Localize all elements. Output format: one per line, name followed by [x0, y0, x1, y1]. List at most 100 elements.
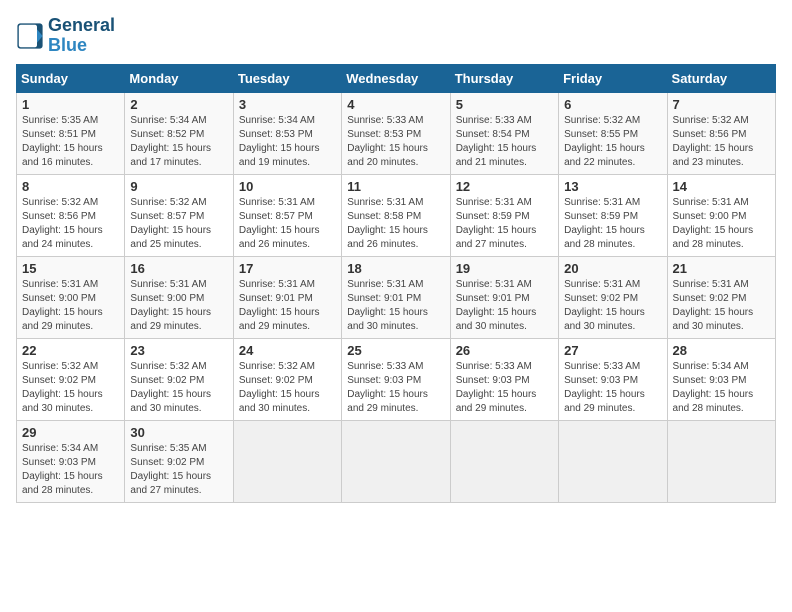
sunset-label: Sunset: 8:56 PM — [22, 211, 96, 222]
sunrise-label: Sunrise: 5:35 AM — [22, 115, 98, 126]
sunrise-label: Sunrise: 5:35 AM — [130, 443, 206, 454]
daylight-label: Daylight: 15 hours and 29 minutes. — [564, 389, 645, 414]
daylight-label: Daylight: 15 hours and 28 minutes. — [673, 225, 754, 250]
daylight-label: Daylight: 15 hours and 29 minutes. — [456, 389, 537, 414]
sunset-label: Sunset: 8:58 PM — [347, 211, 421, 222]
day-info: Sunrise: 5:31 AM Sunset: 9:00 PM Dayligh… — [22, 278, 119, 334]
calendar-table: SundayMondayTuesdayWednesdayThursdayFrid… — [16, 64, 776, 503]
logo: General Blue — [16, 16, 115, 56]
day-info: Sunrise: 5:33 AM Sunset: 9:03 PM Dayligh… — [564, 360, 661, 416]
daylight-label: Daylight: 15 hours and 25 minutes. — [130, 225, 211, 250]
sunrise-label: Sunrise: 5:31 AM — [347, 197, 423, 208]
sunrise-label: Sunrise: 5:31 AM — [456, 279, 532, 290]
calendar-cell — [559, 420, 667, 502]
sunset-label: Sunset: 9:00 PM — [22, 293, 96, 304]
day-info: Sunrise: 5:31 AM Sunset: 9:00 PM Dayligh… — [130, 278, 227, 334]
day-info: Sunrise: 5:32 AM Sunset: 8:57 PM Dayligh… — [130, 196, 227, 252]
sunrise-label: Sunrise: 5:32 AM — [564, 115, 640, 126]
sunset-label: Sunset: 9:02 PM — [239, 375, 313, 386]
sunrise-label: Sunrise: 5:31 AM — [239, 279, 315, 290]
day-number: 9 — [130, 179, 227, 194]
calendar-cell: 12 Sunrise: 5:31 AM Sunset: 8:59 PM Dayl… — [450, 174, 558, 256]
day-number: 21 — [673, 261, 770, 276]
daylight-label: Daylight: 15 hours and 30 minutes. — [239, 389, 320, 414]
day-number: 10 — [239, 179, 336, 194]
day-info: Sunrise: 5:34 AM Sunset: 9:03 PM Dayligh… — [22, 442, 119, 498]
sunrise-label: Sunrise: 5:34 AM — [673, 361, 749, 372]
sunrise-label: Sunrise: 5:33 AM — [456, 115, 532, 126]
daylight-label: Daylight: 15 hours and 17 minutes. — [130, 143, 211, 168]
sunrise-label: Sunrise: 5:34 AM — [239, 115, 315, 126]
sunrise-label: Sunrise: 5:33 AM — [347, 361, 423, 372]
sunset-label: Sunset: 9:02 PM — [22, 375, 96, 386]
day-number: 1 — [22, 97, 119, 112]
calendar-week-3: 15 Sunrise: 5:31 AM Sunset: 9:00 PM Dayl… — [17, 256, 776, 338]
calendar-cell: 24 Sunrise: 5:32 AM Sunset: 9:02 PM Dayl… — [233, 338, 341, 420]
day-number: 26 — [456, 343, 553, 358]
calendar-cell: 9 Sunrise: 5:32 AM Sunset: 8:57 PM Dayli… — [125, 174, 233, 256]
header-tuesday: Tuesday — [233, 64, 341, 92]
day-number: 2 — [130, 97, 227, 112]
calendar-cell: 13 Sunrise: 5:31 AM Sunset: 8:59 PM Dayl… — [559, 174, 667, 256]
calendar-cell: 2 Sunrise: 5:34 AM Sunset: 8:52 PM Dayli… — [125, 92, 233, 174]
day-number: 8 — [22, 179, 119, 194]
sunrise-label: Sunrise: 5:32 AM — [130, 361, 206, 372]
day-info: Sunrise: 5:31 AM Sunset: 8:57 PM Dayligh… — [239, 196, 336, 252]
sunrise-label: Sunrise: 5:31 AM — [347, 279, 423, 290]
calendar-cell: 11 Sunrise: 5:31 AM Sunset: 8:58 PM Dayl… — [342, 174, 450, 256]
day-info: Sunrise: 5:31 AM Sunset: 9:01 PM Dayligh… — [239, 278, 336, 334]
calendar-cell: 23 Sunrise: 5:32 AM Sunset: 9:02 PM Dayl… — [125, 338, 233, 420]
day-number: 27 — [564, 343, 661, 358]
daylight-label: Daylight: 15 hours and 30 minutes. — [456, 307, 537, 332]
calendar-cell: 7 Sunrise: 5:32 AM Sunset: 8:56 PM Dayli… — [667, 92, 775, 174]
daylight-label: Daylight: 15 hours and 29 minutes. — [239, 307, 320, 332]
day-number: 13 — [564, 179, 661, 194]
day-number: 11 — [347, 179, 444, 194]
sunrise-label: Sunrise: 5:33 AM — [347, 115, 423, 126]
calendar-cell — [342, 420, 450, 502]
sunrise-label: Sunrise: 5:32 AM — [22, 361, 98, 372]
day-number: 4 — [347, 97, 444, 112]
daylight-label: Daylight: 15 hours and 30 minutes. — [673, 307, 754, 332]
calendar-header-row: SundayMondayTuesdayWednesdayThursdayFrid… — [17, 64, 776, 92]
day-info: Sunrise: 5:32 AM Sunset: 9:02 PM Dayligh… — [130, 360, 227, 416]
sunrise-label: Sunrise: 5:31 AM — [456, 197, 532, 208]
day-info: Sunrise: 5:34 AM Sunset: 8:53 PM Dayligh… — [239, 114, 336, 170]
calendar-cell: 28 Sunrise: 5:34 AM Sunset: 9:03 PM Dayl… — [667, 338, 775, 420]
day-number: 3 — [239, 97, 336, 112]
day-info: Sunrise: 5:34 AM Sunset: 9:03 PM Dayligh… — [673, 360, 770, 416]
header-sunday: Sunday — [17, 64, 125, 92]
header-monday: Monday — [125, 64, 233, 92]
calendar-cell: 5 Sunrise: 5:33 AM Sunset: 8:54 PM Dayli… — [450, 92, 558, 174]
daylight-label: Daylight: 15 hours and 26 minutes. — [239, 225, 320, 250]
sunrise-label: Sunrise: 5:32 AM — [130, 197, 206, 208]
header-saturday: Saturday — [667, 64, 775, 92]
daylight-label: Daylight: 15 hours and 30 minutes. — [22, 389, 103, 414]
logo-text: General Blue — [48, 16, 115, 56]
calendar-cell: 3 Sunrise: 5:34 AM Sunset: 8:53 PM Dayli… — [233, 92, 341, 174]
sunrise-label: Sunrise: 5:34 AM — [22, 443, 98, 454]
day-number: 15 — [22, 261, 119, 276]
day-number: 22 — [22, 343, 119, 358]
sunrise-label: Sunrise: 5:34 AM — [130, 115, 206, 126]
daylight-label: Daylight: 15 hours and 24 minutes. — [22, 225, 103, 250]
daylight-label: Daylight: 15 hours and 19 minutes. — [239, 143, 320, 168]
sunrise-label: Sunrise: 5:31 AM — [130, 279, 206, 290]
day-info: Sunrise: 5:31 AM Sunset: 9:01 PM Dayligh… — [456, 278, 553, 334]
sunset-label: Sunset: 9:02 PM — [130, 457, 204, 468]
sunrise-label: Sunrise: 5:32 AM — [239, 361, 315, 372]
sunset-label: Sunset: 9:03 PM — [564, 375, 638, 386]
day-info: Sunrise: 5:35 AM Sunset: 9:02 PM Dayligh… — [130, 442, 227, 498]
day-info: Sunrise: 5:31 AM Sunset: 9:00 PM Dayligh… — [673, 196, 770, 252]
daylight-label: Daylight: 15 hours and 29 minutes. — [347, 389, 428, 414]
daylight-label: Daylight: 15 hours and 23 minutes. — [673, 143, 754, 168]
day-number: 17 — [239, 261, 336, 276]
sunrise-label: Sunrise: 5:33 AM — [456, 361, 532, 372]
sunset-label: Sunset: 9:03 PM — [456, 375, 530, 386]
sunrise-label: Sunrise: 5:31 AM — [564, 279, 640, 290]
page-header: General Blue — [16, 16, 776, 56]
day-number: 28 — [673, 343, 770, 358]
calendar-cell: 30 Sunrise: 5:35 AM Sunset: 9:02 PM Dayl… — [125, 420, 233, 502]
sunset-label: Sunset: 8:59 PM — [456, 211, 530, 222]
sunset-label: Sunset: 9:03 PM — [673, 375, 747, 386]
